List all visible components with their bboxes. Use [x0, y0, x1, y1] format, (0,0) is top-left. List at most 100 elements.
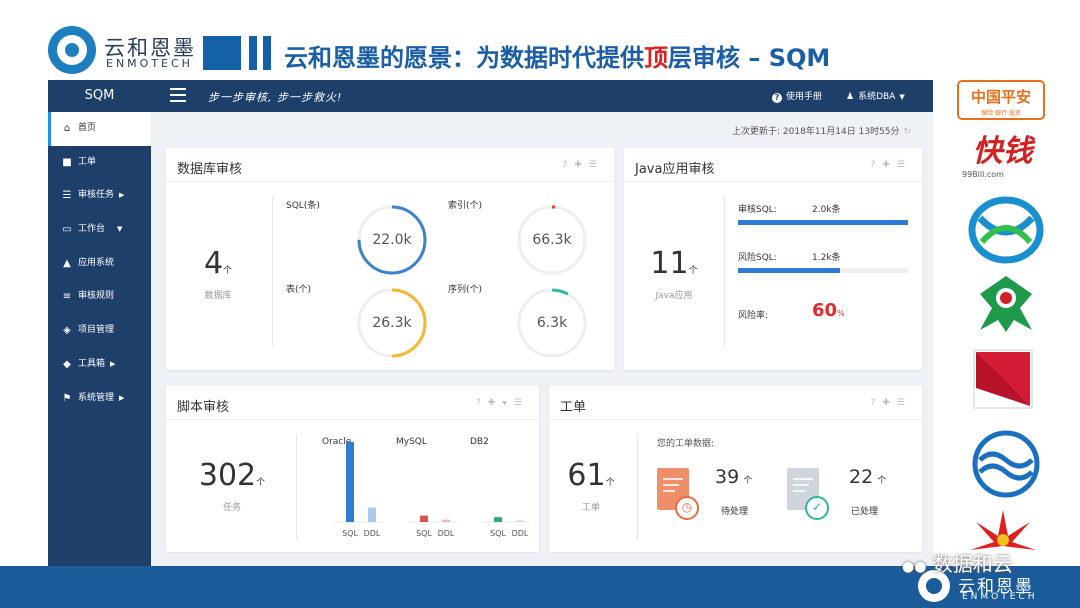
java-count-unit: 个 [688, 266, 698, 276]
sidebar-item-label: 项目管理 [78, 325, 115, 336]
card-title: 工单 [560, 400, 587, 415]
user-name: 系统DBA [858, 92, 896, 102]
expand-icon[interactable]: ✚ [488, 398, 503, 408]
chart-bar [346, 442, 354, 522]
sidebar-item-label: 应用系统 [78, 257, 115, 268]
help-manual-link[interactable]: ? 使用手册 [772, 89, 822, 103]
list-icon[interactable]: ☰ [589, 160, 604, 170]
dropdown-icon[interactable]: ▼ [502, 400, 514, 407]
sqm-app-window: SQM 步一步审核, 步一步救火! ? 使用手册 ♟ 系统DBA ▼ ⌂ 首页 ■ 工单 … [48, 80, 933, 566]
card-tools: ?✚☰ [871, 160, 912, 170]
chart-bar [420, 515, 428, 522]
sidebar-item-home[interactable]: ⌂ 首页 [48, 112, 151, 146]
last-updated-label: 上次更新于: [732, 127, 781, 137]
chart-category-label: DDL [364, 529, 381, 538]
help-icon[interactable]: ? [871, 160, 883, 170]
card-tools: ?✚☰ [871, 398, 912, 408]
agri-bank-logo [980, 276, 1032, 332]
title-decoration-bars [203, 36, 271, 70]
pending-ticket-icon: ◷ [657, 468, 699, 520]
expand-icon[interactable]: ✚ [882, 160, 897, 170]
sidebar-item-audit-tasks[interactable]: ☰ 审核任务 ▶ [48, 179, 151, 213]
chevron-right-icon: ▶ [119, 191, 125, 200]
help-icon[interactable]: ? [563, 160, 575, 170]
my-ticket-data-label: 您的工单数据: [657, 439, 715, 449]
ticket-count-unit: 个 [605, 478, 615, 488]
wechat-watermark: ●● 数据和云 [902, 548, 1013, 577]
list-icon[interactable]: ☰ [514, 398, 529, 408]
sidebar-item-applications[interactable]: ▲ 应用系统 [48, 247, 151, 281]
list-icon[interactable]: ☰ [897, 160, 912, 170]
chart-group-label: DB2 [470, 437, 489, 447]
check-circle-icon: ✓ [805, 496, 829, 520]
sidebar-item-projects[interactable]: ◈ 项目管理 [48, 314, 151, 348]
app-brand[interactable]: SQM [48, 80, 151, 112]
card-title: 数据库审核 [177, 162, 243, 177]
chart-category-label: SQL [416, 529, 432, 538]
chart-group-label: MySQL [396, 437, 427, 447]
risk-sql-value: 1.2k条 [812, 253, 841, 263]
watermark-text: 数据和云 [932, 552, 1013, 576]
pending-label: 待处理 [721, 507, 749, 517]
slide: 云和恩墨 ENMOTECH 云和恩墨的愿景：为数据时代提供顶层审核 – SQM … [0, 0, 1080, 608]
title-highlight: 顶 [644, 44, 668, 72]
chart-bar [494, 517, 502, 522]
ticket-count-value: 61 [567, 458, 606, 493]
card-header: 工单 ?✚☰ [549, 386, 922, 420]
java-count-value: 11 [650, 246, 689, 281]
title-part-1: 云和恩墨的愿景：为数据时代提供 [284, 44, 644, 72]
sidebar-item-audit-rules[interactable]: ≡ 审核规则 [48, 280, 151, 314]
ring-label-table: 表(个) [286, 285, 312, 295]
slide-title: 云和恩墨的愿景：为数据时代提供顶层审核 – SQM [284, 38, 830, 73]
pingan-logo-sub: 保险·银行·投资 [981, 110, 1021, 117]
pingan-logo: 中国平安 保险·银行·投资 [957, 80, 1045, 120]
last-updated: 上次更新于: 2018年11月14日 13时55分 ↻ [732, 124, 911, 137]
ring-value: 22.0k [372, 232, 412, 248]
done-count-value: 22 [849, 466, 874, 488]
sidebar-item-toolbox[interactable]: ◆ 工具箱 ▶ [48, 348, 151, 382]
list-icon[interactable]: ☰ [897, 398, 912, 408]
chart-bar [442, 519, 450, 522]
sliders-icon: ≡ [62, 291, 72, 303]
chart-category-label: DDL [512, 529, 529, 538]
ring-gauge-table: 26.3k [356, 287, 428, 359]
chevron-right-icon: ▶ [119, 393, 125, 402]
risk-rate-value: 60 [812, 300, 838, 321]
java-count-label: Java应用 [655, 291, 693, 301]
refresh-icon[interactable]: ↻ [904, 127, 912, 137]
chevron-down-icon: ▼ [117, 225, 123, 234]
sidebar-item-label: 工作台 [78, 224, 106, 235]
task-list-icon: ☰ [62, 190, 72, 202]
risk-rate-unit: % [837, 309, 845, 318]
ring-value: 6.3k [536, 315, 568, 331]
ring-value: 66.3k [532, 232, 572, 248]
help-icon[interactable]: ? [476, 398, 488, 408]
user-menu[interactable]: ♟ 系统DBA ▼ [846, 89, 905, 102]
card-title: 脚本审核 [177, 400, 230, 415]
audit-sql-value: 2.0k条 [812, 205, 841, 215]
ring-label-sql: SQL(条) [286, 201, 320, 211]
sidebar: ⌂ 首页 ■ 工单 ☰ 审核任务 ▶ ▭ 工作台 ▼ ▲ 应用系统 ≡ 审核规则 ◈ 项目管理 ◆… [48, 112, 151, 566]
menu-toggle-icon[interactable] [170, 88, 186, 102]
expand-icon[interactable]: ✚ [882, 398, 897, 408]
sidebar-item-tickets[interactable]: ■ 工单 [48, 146, 151, 180]
task-count-label: 任务 [222, 503, 241, 513]
risk-sql-bar-fill [738, 268, 840, 273]
sidebar-item-workbench[interactable]: ▭ 工作台 ▼ [48, 213, 151, 247]
sitemap-icon: ▲ [63, 257, 71, 269]
help-icon[interactable]: ? [871, 398, 883, 408]
pending-count-unit: 个 [743, 476, 753, 486]
ring-gauge-sql: 22.0k [356, 204, 428, 276]
chart-bar [368, 507, 376, 522]
done-ticket-icon: ✓ [787, 468, 829, 520]
chart-category-label: SQL [342, 529, 358, 538]
done-label: 已处理 [851, 507, 879, 517]
clock-icon: ◷ [675, 496, 699, 520]
expand-icon[interactable]: ✚ [574, 160, 589, 170]
script-bar-chart: OracleSQL DDLMySQLSQL DDLDB2SQL DDL [322, 437, 530, 538]
sidebar-item-system[interactable]: ⚑ 系统管理 ▶ [48, 382, 151, 416]
audit-sql-bar-fill [738, 220, 908, 225]
flag-icon: ⚑ [62, 392, 72, 404]
slogan: 步一步审核, 步一步救火! [208, 91, 343, 104]
logo-en-text: ENMOTECH [106, 57, 193, 70]
